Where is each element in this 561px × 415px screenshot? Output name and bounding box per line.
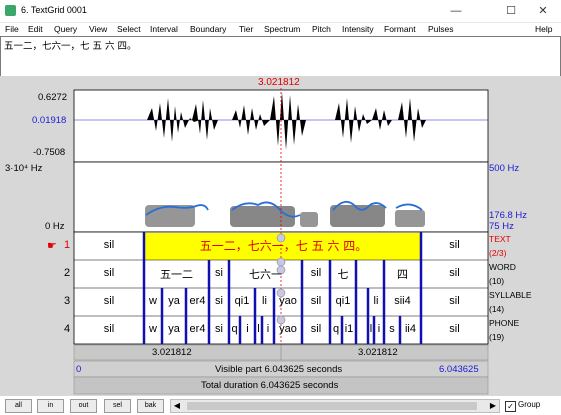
total-duration-label[interactable]: Total duration 6.043625 seconds xyxy=(201,380,338,391)
scroll-left-arrow-icon[interactable]: ◀ xyxy=(172,400,182,412)
tier-2-interval[interactable]: sil xyxy=(74,267,144,279)
tier-3-count: (14) xyxy=(489,304,505,314)
tier-3-interval[interactable]: w xyxy=(144,295,162,307)
tier-4-interval[interactable]: i xyxy=(262,323,274,335)
zoom-out-button[interactable]: out xyxy=(70,399,97,413)
tier-2-interval[interactable]: 七 xyxy=(330,266,356,282)
signal-view[interactable] xyxy=(0,0,561,415)
tier-2-interval[interactable]: 五一二 xyxy=(144,266,209,282)
tier-3-interval[interactable]: qi1 xyxy=(229,295,255,307)
tier-2-name: WORD xyxy=(489,262,516,272)
tier-4-interval[interactable]: sil xyxy=(421,323,488,335)
scrollbar-thumb[interactable] xyxy=(187,402,477,410)
left-part-time[interactable]: 3.021812 xyxy=(152,347,192,358)
tier-4-interval[interactable]: w xyxy=(144,323,162,335)
tier-4-interval[interactable]: yao xyxy=(274,323,302,335)
tier-3-interval[interactable]: sil xyxy=(421,295,488,307)
group-checkbox[interactable]: ✓ xyxy=(505,401,516,412)
zoom-in-button[interactable]: in xyxy=(37,399,64,413)
tier-4-interval[interactable]: ya xyxy=(162,323,186,335)
tier-4-interval[interactable]: i xyxy=(374,323,384,335)
tier-4-interval[interactable]: l xyxy=(255,323,262,335)
right-part-time[interactable]: 3.021812 xyxy=(358,347,398,358)
tier-4-name: PHONE xyxy=(489,318,520,328)
tier-1-number: 1 xyxy=(64,239,71,251)
tier-4-interval[interactable]: s xyxy=(384,323,400,335)
tier-3-interval[interactable]: sil xyxy=(74,295,144,307)
tier-4-interval[interactable]: si xyxy=(209,323,229,335)
tier-4-interval[interactable]: sil xyxy=(74,323,144,335)
tier-3-interval[interactable]: er4 xyxy=(186,295,209,307)
visible-start-label: 0 xyxy=(76,364,82,375)
tier-3-interval[interactable]: li xyxy=(255,295,274,307)
horizontal-scrollbar[interactable]: ◀ ▶ xyxy=(170,399,500,413)
tier-4-interval[interactable]: ii4 xyxy=(400,323,421,335)
tier-2-interval[interactable]: sil xyxy=(302,267,330,279)
tier-3-name: SYLLABLE xyxy=(489,290,532,300)
tier-3-interval[interactable]: ya xyxy=(162,295,186,307)
tier-1-interval-selected[interactable]: 五一二，七六一，七 五 六 四。 xyxy=(146,237,421,254)
tier-4-count: (19) xyxy=(489,332,505,342)
tier-3-interval[interactable]: sii4 xyxy=(384,295,421,307)
scroll-right-arrow-icon[interactable]: ▶ xyxy=(488,400,498,412)
zoom-all-button[interactable]: all xyxy=(5,399,32,413)
tier-4-interval[interactable]: i1 xyxy=(342,323,356,335)
tier-1-interval[interactable]: sil xyxy=(421,239,488,251)
tier-2-interval[interactable]: 四 xyxy=(384,266,421,282)
tier-4-number: 4 xyxy=(64,323,71,335)
tier-4-interval[interactable]: er4 xyxy=(186,323,209,335)
tier-3-interval[interactable]: li xyxy=(368,295,384,307)
tier-3-interval[interactable]: si xyxy=(209,295,229,307)
tier-2-interval[interactable]: si xyxy=(209,267,229,279)
zoom-sel-button[interactable]: sel xyxy=(104,399,131,413)
tier-3-number: 3 xyxy=(64,295,71,307)
group-label: Group xyxy=(518,400,541,409)
tier-1-count: (2/3) xyxy=(489,248,507,258)
tier-3-interval[interactable]: yao xyxy=(274,295,302,307)
tier-2-number: 2 xyxy=(64,267,71,279)
tier-3-interval[interactable]: qi1 xyxy=(330,295,356,307)
tier-2-interval[interactable]: 七六一 xyxy=(229,266,302,282)
tier-2-interval[interactable]: sil xyxy=(421,267,488,279)
zoom-back-button[interactable]: bak xyxy=(137,399,164,413)
tier-4-interval[interactable]: i xyxy=(240,323,255,335)
tier-4-interval[interactable]: sil xyxy=(302,323,330,335)
tier-1-interval[interactable]: sil xyxy=(74,239,144,251)
tier-1-name: TEXT xyxy=(489,234,511,244)
tier-2-count: (10) xyxy=(489,276,505,286)
visible-part-label[interactable]: Visible part 6.043625 seconds xyxy=(215,364,342,375)
tier-4-interval[interactable]: q xyxy=(330,323,342,335)
tier-4-interval[interactable]: q xyxy=(229,323,240,335)
tier-3-interval[interactable]: sil xyxy=(302,295,330,307)
visible-end-label: 6.043625 xyxy=(439,364,479,375)
selected-tier-pointer-icon: ☛ xyxy=(47,240,57,252)
